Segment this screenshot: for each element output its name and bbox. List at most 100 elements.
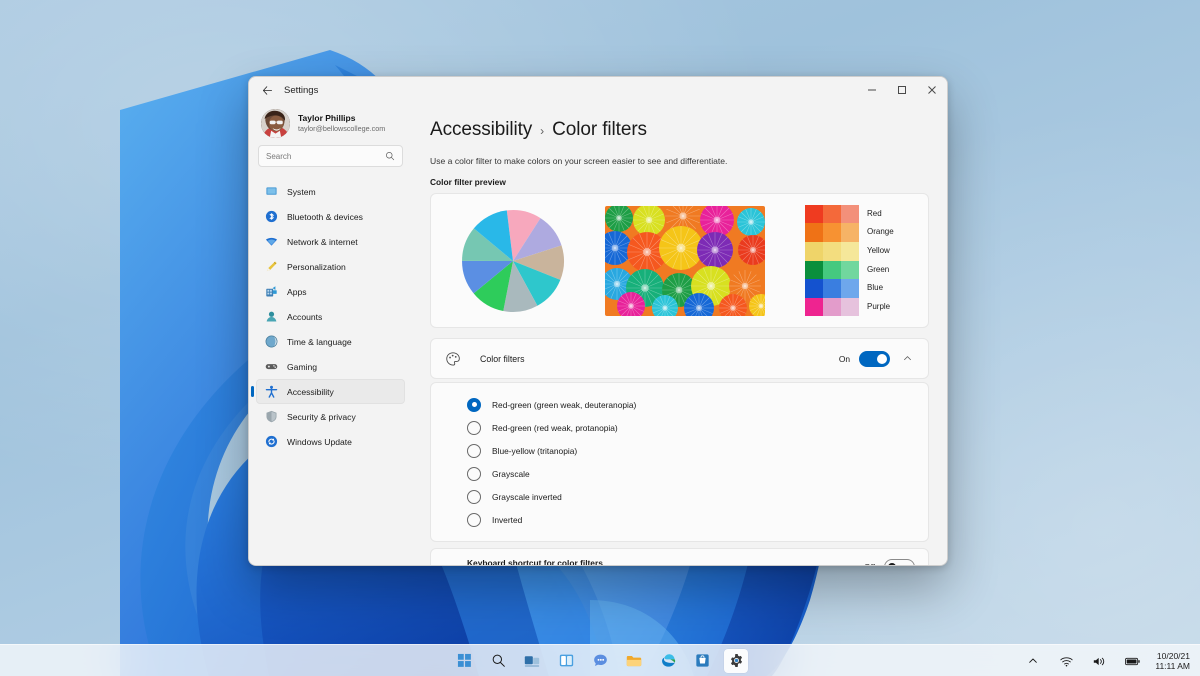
radio-button[interactable] xyxy=(467,466,481,481)
color-swatch-label: Blue xyxy=(867,283,884,293)
color-swatch-label: Green xyxy=(867,264,890,274)
system-icon xyxy=(264,185,278,199)
close-icon xyxy=(928,86,936,94)
sidebar-item-security-privacy[interactable]: Security & privacy xyxy=(256,404,405,429)
search-input[interactable] xyxy=(266,151,385,161)
color-swatch xyxy=(805,223,823,242)
task-view-icon xyxy=(524,655,540,667)
color-filter-option-row[interactable]: Blue-yellow (tritanopia) xyxy=(431,439,928,462)
chat-icon xyxy=(593,654,607,666)
color-filter-option-label: Blue-yellow (tritanopia) xyxy=(492,445,578,456)
sidebar-item-system[interactable]: System xyxy=(256,179,405,204)
store-button[interactable] xyxy=(690,649,714,673)
content-scrollbar[interactable] xyxy=(941,113,944,533)
clock-date: 10/20/21 xyxy=(1156,651,1190,661)
color-filter-option-row[interactable]: Grayscale xyxy=(431,462,928,485)
color-swatch xyxy=(841,241,859,261)
file-explorer-button[interactable] xyxy=(622,649,646,673)
radio-button[interactable] xyxy=(467,397,481,412)
widgets-icon xyxy=(559,654,573,667)
keyboard-shortcut-card[interactable]: Keyboard shortcut for color filters Pres… xyxy=(430,548,929,565)
battery-icon xyxy=(1124,657,1140,665)
color-swatch xyxy=(841,279,859,298)
toggle-knob xyxy=(888,563,896,565)
show-hidden-icons-button[interactable] xyxy=(1021,649,1045,673)
volume-button[interactable] xyxy=(1087,649,1111,673)
color-swatch-legend: Red Orange Yellow Green Blue Purple xyxy=(805,204,894,317)
search-icon xyxy=(492,654,505,667)
breadcrumb-separator-icon: › xyxy=(540,124,545,138)
bluetooth-icon xyxy=(264,210,278,224)
sidebar-item-time-language[interactable]: Time & language xyxy=(256,329,405,354)
search-button[interactable] xyxy=(486,649,510,673)
paper-fan xyxy=(697,231,733,268)
widgets-button[interactable] xyxy=(554,649,578,673)
gamepad-icon xyxy=(264,360,278,374)
radio-button[interactable] xyxy=(467,443,481,458)
paper-fan xyxy=(659,225,703,270)
color-filter-option-label: Inverted xyxy=(492,514,523,525)
store-icon xyxy=(695,654,709,667)
color-filter-option-row[interactable]: Inverted xyxy=(431,508,928,531)
color-filters-toggle-card[interactable]: Color filters On xyxy=(430,338,929,379)
wifi-button[interactable] xyxy=(1054,649,1078,673)
minimize-button[interactable] xyxy=(857,77,887,103)
task-view-button[interactable] xyxy=(520,649,544,673)
sidebar-item-label: Accounts xyxy=(287,311,323,322)
maximize-icon xyxy=(898,86,906,94)
paper-fans-photo xyxy=(605,205,765,316)
paintbrush-icon xyxy=(264,260,278,274)
color-swatch-label: Yellow xyxy=(867,245,890,255)
color-filters-toggle[interactable] xyxy=(859,350,890,367)
radio-button[interactable] xyxy=(467,420,481,435)
start-button[interactable] xyxy=(452,649,476,673)
sidebar-item-windows-update[interactable]: Windows Update xyxy=(256,429,405,454)
color-swatch xyxy=(823,297,841,317)
breadcrumb: Accessibility › Color filters xyxy=(430,119,929,141)
keyboard-shortcut-control-group: Off xyxy=(864,558,915,565)
color-swatch xyxy=(805,241,823,261)
chevron-up-icon[interactable] xyxy=(899,351,915,367)
minimize-icon xyxy=(868,89,876,91)
windows-logo-icon xyxy=(457,653,471,667)
sidebar-item-personalization[interactable]: Personalization xyxy=(256,254,405,279)
sidebar-item-label: Windows Update xyxy=(287,436,352,447)
account-profile[interactable]: Taylor Phillips taylor@bellowscollege.co… xyxy=(256,103,405,145)
sidebar: Taylor Phillips taylor@bellowscollege.co… xyxy=(249,103,412,565)
shield-icon xyxy=(264,410,278,424)
desktop: Settings Taylor Phillips taylor@bellowsc… xyxy=(0,0,1200,676)
clock-globe-icon xyxy=(264,335,278,349)
sidebar-item-gaming[interactable]: Gaming xyxy=(256,354,405,379)
color-filter-preview-card: Red Orange Yellow Green Blue Purple xyxy=(430,193,929,328)
settings-button[interactable] xyxy=(724,648,748,673)
keyboard-shortcut-title: Keyboard shortcut for color filters xyxy=(467,558,603,565)
chat-button[interactable] xyxy=(588,649,612,673)
color-swatch-label: Orange xyxy=(867,227,894,237)
close-button[interactable] xyxy=(917,77,947,103)
taskbar: 10/20/21 11:11 AM xyxy=(0,644,1200,676)
color-filter-option-row[interactable]: Red-green (green weak, deuteranopia) xyxy=(431,393,928,416)
edge-button[interactable] xyxy=(656,649,680,673)
sidebar-item-accessibility[interactable]: Accessibility xyxy=(251,379,405,404)
maximize-button[interactable] xyxy=(887,77,917,103)
sidebar-item-accounts[interactable]: Accounts xyxy=(256,304,405,329)
clock[interactable]: 10/20/21 11:11 AM xyxy=(1153,651,1190,671)
sidebar-item-apps[interactable]: Apps xyxy=(256,279,405,304)
color-filter-option-row[interactable]: Grayscale inverted xyxy=(431,485,928,508)
battery-button[interactable] xyxy=(1120,649,1144,673)
back-button[interactable] xyxy=(257,80,277,100)
search-box[interactable] xyxy=(258,145,403,167)
breadcrumb-parent[interactable]: Accessibility xyxy=(430,119,532,141)
sidebar-item-label: Gaming xyxy=(287,361,318,372)
pie-chart-preview xyxy=(462,209,564,312)
color-swatch xyxy=(823,204,841,224)
sidebar-item-network-internet[interactable]: Network & internet xyxy=(256,229,405,254)
sidebar-item-bluetooth-devices[interactable]: Bluetooth & devices xyxy=(256,204,405,229)
radio-button[interactable] xyxy=(467,489,481,504)
color-filter-option-row[interactable]: Red-green (red weak, protanopia) xyxy=(431,416,928,439)
folder-icon xyxy=(626,655,642,666)
keyboard-shortcut-toggle[interactable] xyxy=(884,559,915,565)
radio-button[interactable] xyxy=(467,512,481,527)
color-swatch-label: Red xyxy=(867,208,882,218)
account-text: Taylor Phillips taylor@bellowscollege.co… xyxy=(298,113,385,134)
